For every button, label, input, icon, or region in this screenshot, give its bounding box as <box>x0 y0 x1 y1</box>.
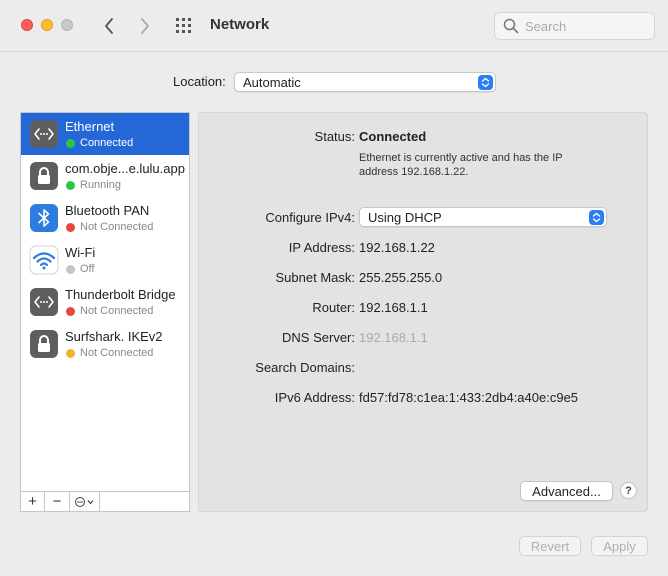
location-select[interactable]: Automatic <box>234 72 496 92</box>
search-input[interactable] <box>525 18 645 35</box>
configure-ipv4-value: Using DHCP <box>368 210 442 225</box>
status-dot <box>66 349 75 358</box>
service-item-surfshark[interactable]: Surfshark. IKEv2 Not Connected <box>21 323 189 365</box>
status-dot <box>66 307 75 316</box>
service-status: Connected <box>80 137 134 149</box>
ip-address-label: IP Address: <box>288 240 355 255</box>
service-status: Not Connected <box>80 221 154 233</box>
close-window-button[interactable] <box>21 19 33 31</box>
minimize-window-button[interactable] <box>41 19 53 31</box>
help-button[interactable]: ? <box>620 482 637 499</box>
chevron-left-icon <box>105 18 113 34</box>
status-value: Connected <box>359 129 427 144</box>
add-service-button[interactable]: + <box>21 492 45 511</box>
revert-button[interactable]: Revert <box>519 536 581 556</box>
more-options-icon <box>74 496 93 507</box>
advanced-button[interactable]: Advanced... <box>520 481 613 501</box>
service-name: Ethernet <box>65 119 115 134</box>
service-name: com.obje...e.lulu.app <box>65 161 185 176</box>
search-icon <box>503 18 519 34</box>
location-value: Automatic <box>243 75 301 90</box>
ipv6-address-label: IPv6 Address: <box>274 390 355 405</box>
subnet-mask-label: Subnet Mask: <box>275 270 356 285</box>
window-title: Network <box>210 16 270 33</box>
router-label: Router: <box>312 300 355 315</box>
ip-address-value: 192.168.1.22 <box>359 240 435 255</box>
status-description: Ethernet is currently active and has the… <box>359 152 563 178</box>
location-label: Location: <box>173 74 226 89</box>
service-list-toolbar: + − <box>20 491 190 512</box>
service-name: Thunderbolt Bridge <box>65 287 176 302</box>
select-stepper-icon <box>589 210 604 225</box>
service-list: Ethernet Connected com.obje...e.lulu.app… <box>20 112 190 492</box>
service-item-wifi[interactable]: Wi-Fi Off <box>21 239 189 281</box>
bluetooth-icon <box>30 204 58 232</box>
back-button[interactable] <box>98 14 120 38</box>
lock-icon <box>30 330 58 358</box>
wifi-icon <box>29 245 59 275</box>
service-name: Bluetooth PAN <box>65 203 150 218</box>
configure-ipv4-label: Configure IPv4: <box>265 210 355 225</box>
status-dot <box>66 265 75 274</box>
zoom-window-button[interactable] <box>61 19 73 31</box>
chevron-right-icon <box>141 18 149 34</box>
service-item-bluetooth-pan[interactable]: Bluetooth PAN Not Connected <box>21 197 189 239</box>
ethernet-icon <box>30 288 58 316</box>
apply-button[interactable]: Apply <box>591 536 648 556</box>
show-all-button[interactable] <box>174 16 196 36</box>
service-status: Running <box>80 179 121 191</box>
router-value: 192.168.1.1 <box>359 300 428 315</box>
status-dot <box>66 223 75 232</box>
service-item-thunderbolt-bridge[interactable]: Thunderbolt Bridge Not Connected <box>21 281 189 323</box>
service-name: Wi-Fi <box>65 245 96 260</box>
dns-server-label: DNS Server: <box>282 330 355 345</box>
subnet-mask-value: 255.255.255.0 <box>359 270 443 285</box>
titlebar: Network <box>0 0 668 52</box>
service-name: Surfshark. IKEv2 <box>65 329 163 344</box>
status-label: Status: <box>314 129 355 144</box>
search-field[interactable] <box>494 12 655 40</box>
service-item-lulu[interactable]: com.obje...e.lulu.app Running <box>21 155 189 197</box>
remove-service-button[interactable]: − <box>45 492 70 511</box>
action-menu-button[interactable] <box>70 492 100 511</box>
service-status: Off <box>80 263 95 275</box>
lock-icon <box>30 162 58 190</box>
service-status: Not Connected <box>80 305 154 317</box>
network-preferences-window: Network Location: Automatic Ethernet Con… <box>0 0 668 576</box>
dns-server-value: 192.168.1.1 <box>359 330 428 345</box>
grid-icon <box>176 18 191 33</box>
forward-button[interactable] <box>134 14 156 38</box>
service-item-ethernet[interactable]: Ethernet Connected <box>21 113 189 155</box>
status-dot <box>66 139 75 148</box>
ethernet-icon <box>30 120 58 148</box>
service-status: Not Connected <box>80 347 154 359</box>
ipv6-address-value: fd57:fd78:c1ea:1:433:2db4:a40e:c9e5 <box>359 390 579 405</box>
search-domains-label: Search Domains: <box>255 360 355 375</box>
select-stepper-icon <box>478 75 493 90</box>
configure-ipv4-select[interactable]: Using DHCP <box>359 207 607 227</box>
status-dot <box>66 181 75 190</box>
